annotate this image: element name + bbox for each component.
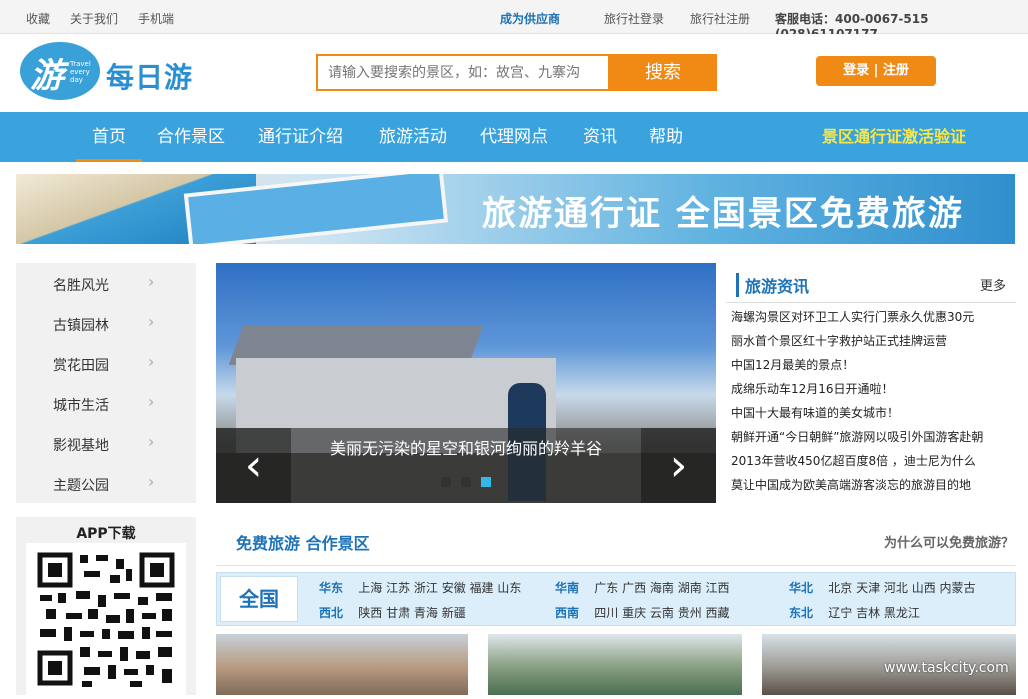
category-label: 城市生活 — [53, 398, 109, 414]
news-item[interactable]: 丽水首个景区红十字救护站正式挂牌运营 — [731, 332, 947, 349]
logo-icon[interactable]: 游 Travel every day — [20, 42, 100, 100]
about-us-link[interactable]: 关于我们 — [70, 10, 118, 27]
favorite-link[interactable]: 收藏 — [26, 10, 50, 27]
slider-dot-active[interactable] — [481, 477, 491, 487]
region-places: 北京 天津 河北 山西 内蒙古 — [828, 581, 976, 595]
slider-dot[interactable] — [461, 477, 471, 487]
agency-login-link[interactable]: 旅行社登录 — [604, 10, 664, 27]
region-name: 华东 — [319, 581, 344, 595]
news-item[interactable]: 中国十大最有味道的美女城市！ — [731, 404, 899, 421]
logo-tagline: Travel every day — [70, 60, 91, 84]
category-label: 赏花田园 — [53, 358, 109, 374]
category-label: 主题公园 — [53, 478, 109, 494]
region-row[interactable]: 华东 上海 江苏 浙江 安徽 福建 山东 — [319, 579, 521, 596]
region-places: 陕西 甘肃 青海 新疆 — [358, 606, 466, 620]
news-item[interactable]: 成绵乐动车12月16日开通啦！ — [731, 380, 894, 397]
nav-home[interactable]: 首页 — [76, 112, 142, 162]
news-item[interactable]: 朝鲜开通“今日朝鲜”旅游网以吸引外国游客赴朝 — [731, 428, 983, 445]
pass-verify-link[interactable]: 景区通行证激活验证 — [822, 112, 966, 162]
slider-dot[interactable] — [441, 477, 451, 487]
free-travel-header: 免费旅游 合作景区 为什么可以免费旅游？ — [216, 516, 1016, 566]
news-more-link[interactable]: 更多 — [980, 275, 1006, 294]
login-register-button[interactable]: 登录 | 注册 — [816, 56, 936, 86]
category-menu: 名胜风光 › 古镇园林 › 赏花田园 › 城市生活 › 影视基地 › 主题公园 › — [16, 263, 196, 503]
scenic-thumbnail[interactable] — [216, 634, 468, 695]
region-name: 华北 — [789, 581, 814, 595]
search-input[interactable] — [318, 56, 608, 89]
qr-code-icon — [26, 543, 186, 695]
region-name: 西北 — [319, 606, 344, 620]
travel-news-panel: 旅游资讯 更多 海螺沟景区对环卫工人实行门票永久优惠30元 丽水首个景区红十字救… — [726, 263, 1016, 503]
category-label: 影视基地 — [53, 438, 109, 454]
nav-help[interactable]: 帮助 — [649, 112, 683, 162]
region-row[interactable]: 西北 陕西 甘肃 青海 新疆 — [319, 604, 466, 621]
nav-pass-intro[interactable]: 通行证介绍 — [258, 112, 343, 162]
hero-slider[interactable]: 美丽无污染的星空和银河绚丽的羚羊谷 ‹ › — [216, 263, 716, 503]
nav-activities[interactable]: 旅游活动 — [379, 112, 447, 162]
logo-glyph: 游 — [30, 56, 64, 96]
region-row[interactable]: 华北 北京 天津 河北 山西 内蒙古 — [789, 579, 976, 596]
category-item[interactable]: 影视基地 › — [16, 423, 196, 463]
region-all-tab[interactable]: 全国 — [220, 576, 298, 622]
region-places: 辽宁 吉林 黑龙江 — [828, 606, 920, 620]
category-label: 名胜风光 — [53, 278, 109, 294]
region-places: 上海 江苏 浙江 安徽 福建 山东 — [358, 581, 522, 595]
category-label: 古镇园林 — [53, 318, 109, 334]
app-download-box: APP下载 — [16, 517, 196, 695]
category-item[interactable]: 城市生活 › — [16, 383, 196, 423]
chevron-right-icon: › — [148, 272, 155, 291]
news-item[interactable]: 中国12月最美的景点！ — [731, 356, 854, 373]
region-name: 华南 — [555, 581, 580, 595]
mobile-link[interactable]: 手机端 — [138, 10, 174, 27]
category-item[interactable]: 主题公园 › — [16, 463, 196, 503]
banner[interactable]: 旅游通行证 全国景区免费旅游 — [16, 174, 1015, 244]
chevron-right-icon: › — [148, 472, 155, 491]
region-filter: 全国 华东 上海 江苏 浙江 安徽 福建 山东 华南 广东 广西 海南 湖南 江… — [216, 572, 1016, 626]
region-row[interactable]: 西南 四川 重庆 云南 贵州 西藏 — [555, 604, 730, 621]
chevron-right-icon: › — [148, 312, 155, 331]
banner-text: 旅游通行证 全国景区免费旅游 — [482, 194, 964, 234]
scenic-thumbnail[interactable] — [488, 634, 742, 695]
region-row[interactable]: 东北 辽宁 吉林 黑龙江 — [789, 604, 920, 621]
watermark: www.taskcity.com — [884, 660, 1009, 676]
news-item[interactable]: 莫让中国成为欧美高端游客淡忘的旅游目的地 — [731, 476, 971, 493]
region-name: 西南 — [555, 606, 580, 620]
chevron-right-icon: › — [148, 432, 155, 451]
news-title: 旅游资讯 — [736, 273, 809, 297]
news-header: 旅游资讯 更多 — [726, 263, 1016, 303]
top-bar: 收藏 关于我们 手机端 成为供应商 旅行社登录 旅行社注册 客服电话：400-0… — [0, 0, 1028, 41]
search-button[interactable]: 搜索 — [609, 54, 717, 91]
free-travel-title: 免费旅游 合作景区 — [236, 534, 370, 553]
news-item[interactable]: 2013年营收450亿超百度8倍 ，迪士尼为什么 — [731, 452, 976, 469]
chevron-right-icon: › — [148, 392, 155, 411]
region-places: 广东 广西 海南 湖南 江西 — [594, 581, 730, 595]
category-item[interactable]: 赏花田园 › — [16, 343, 196, 383]
why-free-link[interactable]: 为什么可以免费旅游？ — [884, 532, 1014, 551]
chevron-right-icon: › — [148, 352, 155, 371]
header: 游 Travel every day 每日游 搜索 登录 | 注册 — [0, 34, 1028, 112]
nav-agents[interactable]: 代理网点 — [480, 112, 548, 162]
slider-prev-button[interactable]: ‹ — [216, 428, 291, 503]
region-places: 四川 重庆 云南 贵州 西藏 — [594, 606, 730, 620]
category-item[interactable]: 名胜风光 › — [16, 263, 196, 303]
agency-register-link[interactable]: 旅行社注册 — [690, 10, 750, 27]
logo-text[interactable]: 每日游 — [106, 56, 193, 96]
main-nav: 首页 合作景区 通行证介绍 旅游活动 代理网点 资讯 帮助 景区通行证激活验证 — [0, 112, 1028, 162]
region-name: 东北 — [789, 606, 814, 620]
news-item[interactable]: 海螺沟景区对环卫工人实行门票永久优惠30元 — [731, 308, 974, 325]
slider-next-button[interactable]: › — [641, 428, 716, 503]
become-supplier-link[interactable]: 成为供应商 — [500, 10, 560, 27]
nav-news[interactable]: 资讯 — [583, 112, 617, 162]
app-download-title: APP下载 — [76, 526, 136, 542]
category-item[interactable]: 古镇园林 › — [16, 303, 196, 343]
nav-partner-scenic[interactable]: 合作景区 — [157, 112, 225, 162]
search-box — [316, 54, 610, 91]
region-row[interactable]: 华南 广东 广西 海南 湖南 江西 — [555, 579, 730, 596]
